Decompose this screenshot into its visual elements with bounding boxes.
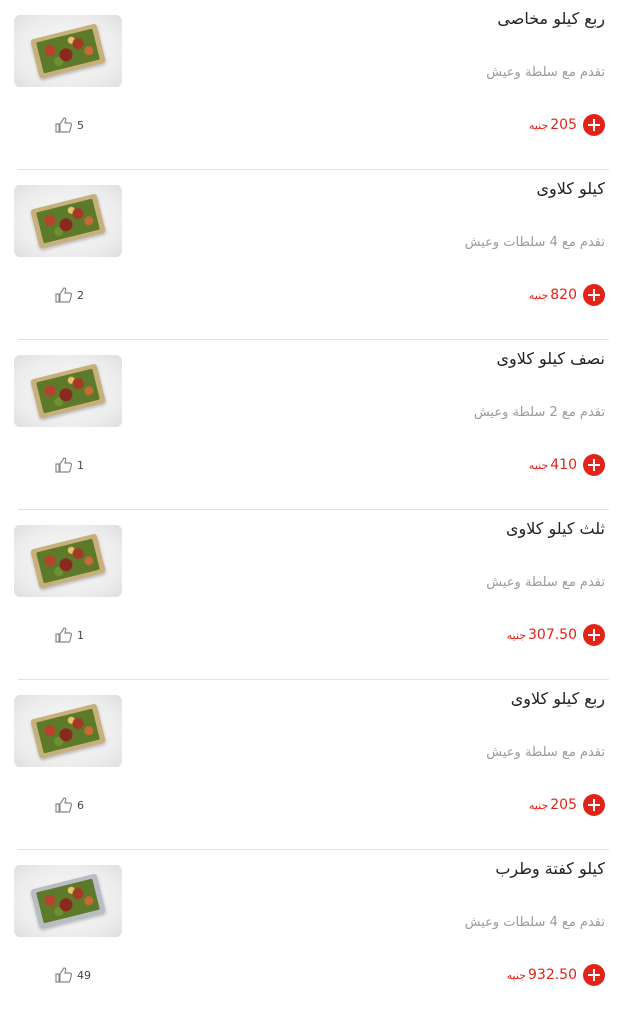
price-row: جنيه 820 <box>529 284 605 306</box>
like-count: 1 <box>77 628 84 642</box>
item-price: 820 <box>550 287 577 303</box>
price-row: جنيه 932.50 <box>507 964 605 986</box>
item-title: كيلو كفتة وطرب <box>495 859 605 878</box>
add-to-cart-button[interactable] <box>583 964 605 986</box>
price-row: جنيه 205 <box>529 114 605 136</box>
currency-label: جنيه <box>506 628 526 642</box>
menu-item[interactable]: نصف كيلو كلاوى تقدم مع 2 سلطة وعيش جنيه … <box>0 340 617 510</box>
thumbs-up-icon <box>55 117 73 133</box>
item-image[interactable] <box>14 695 122 767</box>
item-description: تقدم مع 4 سلطات وعيش <box>464 235 605 250</box>
like-count: 1 <box>77 458 84 472</box>
add-to-cart-button[interactable] <box>583 284 605 306</box>
like-count: 5 <box>77 118 84 132</box>
currency-label: جنيه <box>528 288 549 302</box>
item-price: 205 <box>550 117 577 133</box>
add-to-cart-button[interactable] <box>583 794 605 816</box>
likes[interactable]: 1 <box>55 627 84 643</box>
item-image[interactable] <box>14 185 122 257</box>
item-title: ثلث كيلو كلاوى <box>505 519 605 538</box>
likes[interactable]: 1 <box>55 457 84 473</box>
thumbs-up-icon <box>55 457 73 473</box>
item-price: 410 <box>550 457 577 473</box>
price-row: جنيه 410 <box>529 454 605 476</box>
item-price: 932.50 <box>528 967 577 983</box>
likes[interactable]: 2 <box>55 287 84 303</box>
item-image[interactable] <box>14 15 122 87</box>
price-row: جنيه 307.50 <box>507 624 605 646</box>
item-description: تقدم مع 2 سلطة وعيش <box>473 405 605 420</box>
menu-item[interactable]: ربع كيلو كلاوى تقدم مع سلطة وعيش جنيه 20… <box>0 680 617 850</box>
currency-label: جنيه <box>528 798 549 812</box>
menu-item[interactable]: ثلث كيلو كلاوى تقدم مع سلطة وعيش جنيه 30… <box>0 510 617 680</box>
item-image[interactable] <box>14 525 122 597</box>
like-count: 2 <box>77 288 84 302</box>
currency-label: جنيه <box>506 968 526 982</box>
item-description: تقدم مع سلطة وعيش <box>486 575 605 590</box>
item-image[interactable] <box>14 865 122 937</box>
currency-label: جنيه <box>528 458 549 472</box>
item-title: ربع كيلو كلاوى <box>510 689 605 708</box>
likes[interactable]: 6 <box>55 797 84 813</box>
thumbs-up-icon <box>55 627 73 643</box>
item-description: تقدم مع سلطة وعيش <box>486 745 605 760</box>
menu-item[interactable]: كيلو كلاوى تقدم مع 4 سلطات وعيش جنيه 820… <box>0 170 617 340</box>
thumbs-up-icon <box>55 967 73 983</box>
likes[interactable]: 5 <box>55 117 84 133</box>
likes[interactable]: 49 <box>55 967 91 983</box>
thumbs-up-icon <box>55 797 73 813</box>
item-price: 307.50 <box>528 627 577 643</box>
item-image[interactable] <box>14 355 122 427</box>
currency-label: جنيه <box>528 118 549 132</box>
like-count: 49 <box>77 968 91 982</box>
item-title: ربع كيلو مخاصى <box>497 9 605 28</box>
like-count: 6 <box>77 798 84 812</box>
item-title: كيلو كلاوى <box>536 179 605 198</box>
item-title: نصف كيلو كلاوى <box>496 349 605 368</box>
add-to-cart-button[interactable] <box>583 624 605 646</box>
add-to-cart-button[interactable] <box>583 454 605 476</box>
menu-item[interactable]: ربع كيلو مخاصى تقدم مع سلطة وعيش جنيه 20… <box>0 0 617 170</box>
item-description: تقدم مع سلطة وعيش <box>486 65 605 80</box>
add-to-cart-button[interactable] <box>583 114 605 136</box>
menu-list: ربع كيلو مخاصى تقدم مع سلطة وعيش جنيه 20… <box>0 0 617 1020</box>
item-description: تقدم مع 4 سلطات وعيش <box>464 915 605 930</box>
menu-item[interactable]: كيلو كفتة وطرب تقدم مع 4 سلطات وعيش جنيه… <box>0 850 617 1020</box>
thumbs-up-icon <box>55 287 73 303</box>
price-row: جنيه 205 <box>529 794 605 816</box>
item-price: 205 <box>550 797 577 813</box>
